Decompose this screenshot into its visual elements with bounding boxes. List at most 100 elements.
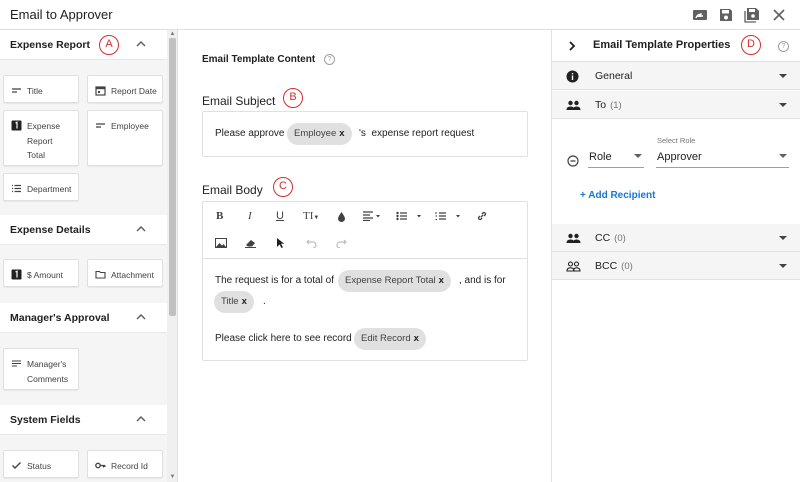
chip-remove-icon[interactable]: x	[439, 275, 444, 286]
body-text-line1-suffix: , and is for	[459, 275, 506, 286]
field-card-amount[interactable]: $ Amount	[3, 259, 79, 287]
to-label: To (1)	[595, 99, 622, 111]
number-icon	[11, 120, 22, 131]
help-icon[interactable]: ?	[323, 54, 335, 65]
template-properties-panel: Email Template Properties ? General To (1…	[551, 30, 800, 482]
chevron-up-icon[interactable]	[135, 223, 147, 235]
subject-text-suffix: 's expense report request	[359, 128, 475, 139]
email-subject-field[interactable]: Please approve Employee x 's expense repo…	[202, 111, 528, 157]
chevron-up-icon[interactable]	[135, 38, 147, 50]
field-card-label: Expense Report Total	[27, 121, 61, 160]
short-text-icon	[12, 88, 21, 93]
scroll-down-icon[interactable]: ▼	[169, 474, 176, 480]
section-header-system-fields[interactable]: System Fields	[0, 405, 167, 435]
body-chip-title[interactable]: Title x	[214, 291, 254, 313]
help-icon[interactable]: ?	[778, 41, 789, 52]
save-as-icon[interactable]	[744, 7, 760, 23]
recipient-type-select[interactable]: Role	[588, 146, 644, 168]
image-icon[interactable]	[215, 238, 227, 248]
section-title: Expense Report	[10, 39, 90, 51]
section-header-expense-report[interactable]: Expense Report	[0, 30, 167, 60]
body-chip-edit-record[interactable]: Edit Record x	[354, 328, 426, 350]
close-icon[interactable]	[771, 7, 787, 23]
chevron-up-icon[interactable]	[135, 311, 147, 323]
bcc-label-text: BCC	[595, 260, 618, 272]
chip-label: Expense Report Total	[345, 275, 436, 286]
select-role-dropdown[interactable]: Approver	[656, 146, 789, 168]
section-title: Expense Details	[10, 224, 91, 236]
undo-icon[interactable]	[306, 238, 317, 248]
field-card-attachment[interactable]: Attachment	[87, 259, 163, 287]
underline-button[interactable]: U	[276, 209, 284, 223]
chip-remove-icon[interactable]: x	[242, 296, 247, 307]
people-outline-icon	[566, 261, 581, 272]
link-icon[interactable]	[476, 210, 488, 222]
font-size-button[interactable]: TI▼	[303, 209, 319, 225]
text-color-icon[interactable]	[337, 211, 346, 222]
annotation-badge-c: C	[273, 177, 293, 197]
italic-button[interactable]: I	[248, 209, 252, 223]
email-body-label: Email Body	[202, 183, 263, 197]
body-text-line3-prefix: Please click here to see record	[215, 333, 352, 344]
bcc-accordion[interactable]: BCC (0)	[552, 252, 800, 280]
field-card-label: Title	[27, 86, 43, 96]
field-card-label: Manager's Comments	[27, 359, 69, 384]
bold-button[interactable]: B	[216, 209, 223, 223]
align-icon[interactable]	[363, 211, 381, 221]
chip-remove-icon[interactable]: x	[414, 333, 419, 344]
field-card-label: Employee	[111, 121, 149, 131]
chip-remove-icon[interactable]: x	[339, 128, 344, 139]
field-card-status[interactable]: Status	[3, 450, 79, 478]
bulleted-list-icon[interactable]	[396, 211, 424, 221]
chevron-up-icon[interactable]	[135, 413, 147, 425]
subject-chip-employee[interactable]: Employee x	[287, 123, 352, 145]
dropdown-caret-icon: ▼	[313, 215, 320, 221]
annotation-badge-b: B	[283, 88, 303, 108]
multiline-text-icon	[12, 360, 21, 367]
palette-scroll-thumb[interactable]	[169, 38, 176, 316]
field-card-managers-comments[interactable]: Manager's Comments	[3, 348, 79, 390]
subject-text-prefix: Please approve	[215, 128, 285, 139]
dropdown-caret-icon	[634, 154, 642, 158]
add-recipient-link[interactable]: + Add Recipient	[580, 190, 655, 201]
scroll-up-icon[interactable]: ▲	[169, 31, 176, 37]
expand-caret-icon[interactable]	[779, 264, 787, 268]
expand-caret-icon[interactable]	[779, 74, 787, 78]
field-card-employee[interactable]: Employee	[87, 110, 163, 166]
key-icon	[95, 462, 106, 469]
section-header-expense-details[interactable]: Expense Details	[0, 215, 167, 245]
field-card-expense-report-total[interactable]: Expense Report Total	[3, 110, 79, 166]
template-content-pane: Email Template Content ? Email Subject B…	[179, 30, 551, 482]
save-icon[interactable]	[718, 7, 734, 23]
field-card-record-id[interactable]: Record Id	[87, 450, 163, 478]
select-role-value: Approver	[657, 151, 702, 163]
section-header-managers-approval[interactable]: Manager's Approval	[0, 303, 167, 333]
folder-icon	[95, 270, 106, 279]
to-accordion[interactable]: To (1)	[552, 91, 800, 119]
cursor-icon[interactable]	[276, 237, 285, 249]
calendar-icon	[95, 86, 106, 96]
clear-format-icon[interactable]	[245, 238, 257, 248]
field-card-report-date[interactable]: Report Date	[87, 75, 163, 103]
cc-accordion[interactable]: CC (0)	[552, 224, 800, 252]
numbered-list-icon[interactable]	[435, 211, 463, 221]
field-card-label: Department	[27, 184, 72, 194]
cc-label: CC (0)	[595, 232, 626, 244]
body-text-line2-suffix: .	[263, 296, 266, 307]
email-body-editor[interactable]: B I U TI▼ The request is for a total of …	[202, 201, 528, 361]
chevron-right-icon[interactable]	[567, 40, 577, 52]
field-card-department[interactable]: Department	[3, 173, 79, 201]
section-title: System Fields	[10, 414, 81, 426]
window-title: Email to Approver	[10, 7, 113, 22]
expand-caret-icon[interactable]	[779, 236, 787, 240]
field-card-title[interactable]: Title	[3, 75, 79, 103]
chip-label: Title	[221, 296, 239, 307]
redo-icon[interactable]	[336, 238, 347, 248]
content-heading: Email Template Content ?	[202, 54, 335, 65]
remove-recipient-icon[interactable]	[567, 155, 579, 167]
body-chip-expense-report-total[interactable]: Expense Report Total x	[338, 270, 451, 292]
send-preview-icon[interactable]	[692, 7, 708, 23]
expand-caret-icon[interactable]	[779, 103, 787, 107]
general-accordion[interactable]: General	[552, 62, 800, 90]
toolbar-divider	[203, 258, 527, 259]
